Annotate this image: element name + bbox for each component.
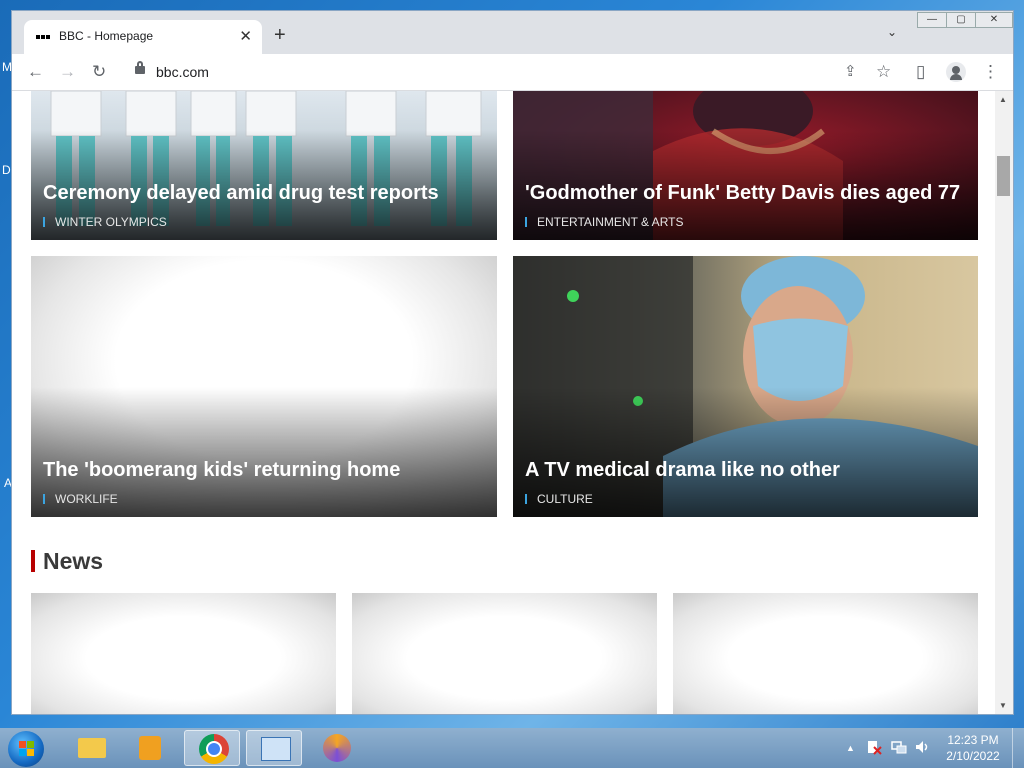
start-button[interactable]: [8, 731, 44, 767]
page-content: Ceremony delayed amid drug test reports …: [12, 91, 995, 714]
tray-overflow-icon[interactable]: ▲: [846, 743, 855, 753]
folder-icon: [78, 738, 106, 758]
taskbar-file-explorer[interactable]: [62, 730, 118, 766]
taskbar-media-player[interactable]: [121, 730, 177, 766]
desktop-label-fragment: D: [2, 163, 11, 177]
news-image-placeholder[interactable]: [352, 593, 657, 714]
taskbar-control-panel[interactable]: [246, 730, 302, 766]
lock-icon[interactable]: [135, 61, 145, 74]
tab-bbc-homepage[interactable]: BBC - Homepage ✕: [24, 20, 262, 54]
bookmark-star-icon[interactable]: ☆: [876, 62, 891, 82]
close-window-button[interactable]: ✕: [975, 12, 1013, 28]
vertical-scrollbar[interactable]: ▲ ▼: [995, 91, 1013, 714]
tab-close-icon[interactable]: ✕: [239, 27, 252, 45]
menu-kebab-icon[interactable]: ⋮: [982, 62, 999, 82]
taskbar: ▲ 12:23 PM 2/10/2022: [0, 728, 1024, 768]
story-tag[interactable]: WORKLIFE: [43, 493, 118, 505]
scroll-down-arrow-icon[interactable]: ▼: [999, 701, 1007, 710]
section-heading-news[interactable]: News: [31, 550, 103, 573]
media-player-icon: [139, 736, 161, 760]
bbc-favicon-icon: [36, 32, 52, 42]
control-panel-icon: [261, 737, 291, 761]
scroll-up-arrow-icon[interactable]: ▲: [999, 95, 1007, 104]
profile-avatar-icon[interactable]: [946, 62, 966, 82]
story-tag[interactable]: CULTURE: [525, 493, 593, 505]
maximize-button[interactable]: ▢: [946, 12, 976, 28]
action-center-flag-icon[interactable]: [866, 739, 882, 755]
story-headline[interactable]: A TV medical drama like no other: [525, 459, 840, 482]
browser-window: BBC - Homepage ✕ + ⌄ — ▢ ✕ ← → ↻ bbc.com…: [11, 10, 1014, 715]
minimize-button[interactable]: —: [917, 12, 947, 28]
clock-date: 2/10/2022: [946, 749, 1000, 763]
network-icon[interactable]: [891, 739, 907, 755]
show-desktop-button[interactable]: [1012, 728, 1024, 768]
clock-time: 12:23 PM: [947, 733, 999, 747]
system-clock[interactable]: 12:23 PM 2/10/2022: [940, 732, 1006, 764]
new-tab-button[interactable]: +: [274, 24, 286, 47]
story-headline[interactable]: Ceremony delayed amid drug test reports: [43, 182, 439, 205]
forward-arrow-icon[interactable]: →: [59, 62, 76, 82]
taskbar-chrome[interactable]: [184, 730, 240, 766]
scrollbar-thumb[interactable]: [997, 156, 1010, 196]
story-card[interactable]: 'Godmother of Funk' Betty Davis dies age…: [513, 91, 978, 240]
news-image-placeholder[interactable]: [31, 593, 336, 714]
story-card[interactable]: A TV medical drama like no other CULTURE: [513, 256, 978, 517]
story-tag[interactable]: ENTERTAINMENT & ARTS: [525, 216, 683, 228]
story-card[interactable]: The 'boomerang kids' returning home WORK…: [31, 256, 497, 517]
side-panel-icon[interactable]: ▯: [916, 62, 925, 82]
vpn-lock-icon: [323, 734, 351, 762]
story-headline[interactable]: 'Godmother of Funk' Betty Davis dies age…: [525, 182, 960, 205]
tab-search-chevron-icon[interactable]: ⌄: [887, 25, 897, 39]
volume-icon[interactable]: [914, 739, 930, 755]
share-icon[interactable]: ⇪: [844, 62, 857, 80]
tab-title: BBC - Homepage: [59, 29, 154, 43]
reload-icon[interactable]: ↻: [92, 62, 106, 82]
tab-strip: BBC - Homepage ✕ + ⌄ — ▢ ✕: [12, 11, 1013, 54]
story-tag[interactable]: WINTER OLYMPICS: [43, 216, 167, 228]
news-image-placeholder[interactable]: [673, 593, 978, 714]
browser-toolbar: ← → ↻ bbc.com ⇪ ☆ ▯ ⋮: [12, 54, 1013, 91]
back-arrow-icon[interactable]: ←: [27, 62, 44, 82]
address-bar[interactable]: bbc.com: [156, 64, 209, 80]
chrome-icon: [199, 734, 229, 764]
story-card[interactable]: Ceremony delayed amid drug test reports …: [31, 91, 497, 240]
story-headline[interactable]: The 'boomerang kids' returning home: [43, 459, 400, 482]
taskbar-vpn-app[interactable]: [309, 730, 365, 766]
